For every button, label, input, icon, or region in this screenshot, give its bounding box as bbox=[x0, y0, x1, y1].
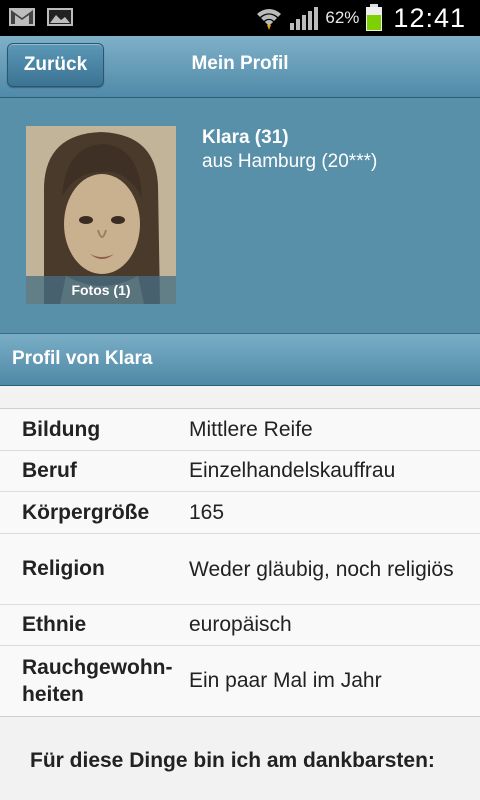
gmail-icon bbox=[9, 8, 35, 26]
signal-icon bbox=[290, 7, 319, 30]
row-label: Bildung bbox=[22, 417, 101, 441]
row-value: Einzelhandelskauffrau bbox=[189, 459, 396, 482]
app-header: Zurück Mein Profil bbox=[0, 36, 480, 98]
wifi-icon bbox=[257, 9, 282, 30]
row-label: Religion bbox=[22, 557, 105, 580]
gallery-icon bbox=[47, 8, 73, 26]
profile-location: aus Hamburg (20***) bbox=[202, 151, 378, 172]
table-row: Körpergröße 165 bbox=[0, 492, 480, 534]
page-title: Mein Profil bbox=[191, 53, 289, 74]
row-value: 165 bbox=[189, 500, 225, 524]
table-row: Bildung Mittlere Reife bbox=[0, 409, 480, 451]
battery-percent: 62% bbox=[325, 8, 360, 27]
row-value: Mittlere Reife bbox=[189, 417, 313, 441]
row-label: Ethnie bbox=[22, 613, 87, 636]
table-row: Ethnie europäisch bbox=[0, 605, 480, 646]
clock: 12:41 bbox=[393, 2, 466, 33]
profile-name-age: Klara (31) bbox=[202, 127, 289, 148]
table-row: Beruf Einzelhandelskauffrau bbox=[0, 451, 480, 492]
details-table: Bildung Mittlere Reife Beruf Einzelhande… bbox=[0, 408, 480, 717]
profile-details: Bildung Mittlere Reife Beruf Einzelhande… bbox=[0, 386, 480, 800]
row-label: Beruf bbox=[22, 459, 77, 482]
table-row: Religion Weder gläubig, noch religiös bbox=[0, 534, 480, 605]
row-label: Rauchgewohn-heiten bbox=[0, 654, 189, 708]
profile-photo[interactable]: Fotos (1) bbox=[26, 126, 176, 304]
row-value: europäisch bbox=[189, 613, 292, 636]
row-value: Ein paar Mal im Jahr bbox=[189, 669, 382, 692]
photo-count-caption: Fotos (1) bbox=[26, 276, 176, 304]
row-label: Körpergröße bbox=[22, 500, 150, 524]
row-value: Weder gläubig, noch religiös bbox=[189, 557, 454, 581]
profile-summary: Fotos (1) Klara (31) aus Hamburg (20***) bbox=[0, 98, 480, 334]
row-label-text: Rauchgewohn-heiten bbox=[22, 656, 173, 706]
battery-icon bbox=[366, 4, 383, 31]
status-bar: 62% 12:41 bbox=[0, 0, 480, 36]
table-row: Rauchgewohn-heiten Ein paar Mal im Jahr bbox=[0, 646, 480, 716]
things-heading: Für diese Dinge bin ich am dankbarsten: bbox=[30, 749, 435, 772]
section-title: Profil von Klara bbox=[0, 334, 480, 386]
